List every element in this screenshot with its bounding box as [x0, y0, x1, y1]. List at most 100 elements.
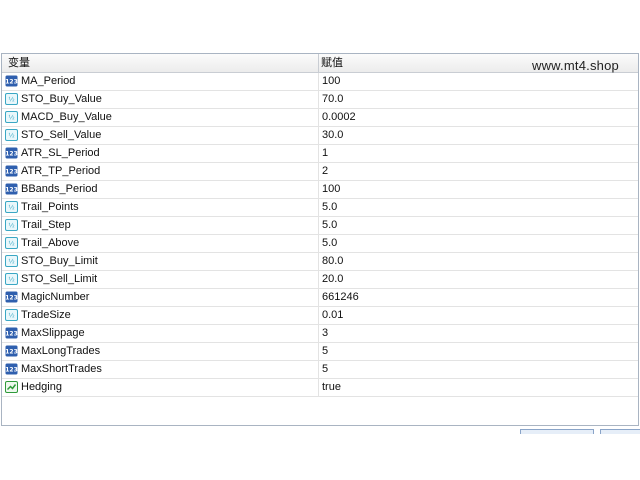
table-row[interactable]: ½ STO_Buy_Value 70.0 — [2, 91, 638, 109]
svg-text:½: ½ — [8, 276, 14, 284]
variable-name: MagicNumber — [21, 291, 90, 303]
variable-name: Trail_Above — [21, 237, 80, 249]
double-icon: ½ — [5, 93, 18, 105]
svg-text:½: ½ — [8, 258, 14, 266]
variable-cell[interactable]: ½ STO_Sell_Limit — [2, 271, 319, 288]
watermark-text: www.mt4.shop — [532, 58, 619, 73]
variable-name: MA_Period — [21, 75, 76, 87]
variable-name: Trail_Points — [21, 201, 79, 213]
value-cell[interactable]: 5.0 — [322, 235, 337, 252]
variable-cell[interactable]: ½ Trail_Above — [2, 235, 319, 252]
value-cell[interactable]: 0.0002 — [322, 109, 356, 126]
table-row[interactable]: ½ Trail_Above 5.0 — [2, 235, 638, 253]
value-cell[interactable]: 30.0 — [322, 127, 343, 144]
svg-text:123: 123 — [5, 367, 18, 374]
value-cell[interactable]: 0.01 — [322, 307, 343, 324]
svg-text:123: 123 — [5, 169, 18, 176]
double-icon: ½ — [5, 129, 18, 141]
table-row[interactable]: 123 MaxLongTrades 5 — [2, 343, 638, 361]
variable-cell[interactable]: 123 MaxLongTrades — [2, 343, 319, 360]
bool-icon — [5, 381, 18, 393]
inputs-table: 变量 赋值 123 MA_Period 100 ½ STO_Buy_Value 70.0 ½… — [1, 53, 639, 426]
value-cell[interactable]: 20.0 — [322, 271, 343, 288]
value-cell[interactable]: 5.0 — [322, 199, 337, 216]
value-cell[interactable]: 2 — [322, 163, 328, 180]
variable-cell[interactable]: 123 MagicNumber — [2, 289, 319, 306]
int-icon: 123 — [5, 363, 18, 375]
table-row[interactable]: 123 ATR_SL_Period 1 — [2, 145, 638, 163]
table-row[interactable]: Hedging true — [2, 379, 638, 397]
variable-cell[interactable]: ½ TradeSize — [2, 307, 319, 324]
variable-name: BBands_Period — [21, 183, 98, 195]
svg-text:½: ½ — [8, 96, 14, 104]
table-row[interactable]: ½ STO_Buy_Limit 80.0 — [2, 253, 638, 271]
svg-text:½: ½ — [8, 240, 14, 248]
int-icon: 123 — [5, 291, 18, 303]
svg-text:123: 123 — [5, 349, 18, 356]
svg-text:½: ½ — [8, 204, 14, 212]
variable-cell[interactable]: ½ Trail_Points — [2, 199, 319, 216]
variable-cell[interactable]: 123 MA_Period — [2, 73, 319, 90]
variable-name: STO_Buy_Value — [21, 93, 102, 105]
svg-text:123: 123 — [5, 79, 18, 86]
table-row[interactable]: ½ MACD_Buy_Value 0.0002 — [2, 109, 638, 127]
value-cell[interactable]: 100 — [322, 73, 340, 90]
variable-cell[interactable]: 123 ATR_SL_Period — [2, 145, 319, 162]
variable-cell[interactable]: 123 ATR_TP_Period — [2, 163, 319, 180]
variable-cell[interactable]: 123 MaxShortTrades — [2, 361, 319, 378]
variable-cell[interactable]: 123 BBands_Period — [2, 181, 319, 198]
value-cell[interactable]: 1 — [322, 145, 328, 162]
value-cell[interactable]: 3 — [322, 325, 328, 342]
column-divider[interactable] — [318, 54, 319, 72]
variable-name: Trail_Step — [21, 219, 71, 231]
variable-name: STO_Sell_Limit — [21, 273, 98, 285]
double-icon: ½ — [5, 219, 18, 231]
value-cell[interactable]: 100 — [322, 181, 340, 198]
variable-name: MaxShortTrades — [21, 363, 102, 375]
table-row[interactable]: 123 MaxShortTrades 5 — [2, 361, 638, 379]
double-icon: ½ — [5, 201, 18, 213]
table-row[interactable]: ½ Trail_Step 5.0 — [2, 217, 638, 235]
double-icon: ½ — [5, 111, 18, 123]
svg-text:123: 123 — [5, 151, 18, 158]
variable-name: TradeSize — [21, 309, 71, 321]
value-cell[interactable]: true — [322, 379, 341, 396]
variable-name: ATR_TP_Period — [21, 165, 101, 177]
table-row[interactable]: ½ TradeSize 0.01 — [2, 307, 638, 325]
value-cell[interactable]: 80.0 — [322, 253, 343, 270]
ok-button[interactable] — [520, 429, 594, 434]
table-row[interactable]: 123 BBands_Period 100 — [2, 181, 638, 199]
table-row[interactable]: ½ STO_Sell_Limit 20.0 — [2, 271, 638, 289]
int-icon: 123 — [5, 165, 18, 177]
value-cell[interactable]: 70.0 — [322, 91, 343, 108]
value-cell[interactable]: 661246 — [322, 289, 359, 306]
double-icon: ½ — [5, 237, 18, 249]
double-icon: ½ — [5, 273, 18, 285]
variable-cell[interactable]: ½ STO_Buy_Value — [2, 91, 319, 108]
value-cell[interactable]: 5 — [322, 343, 328, 360]
value-column-header[interactable]: 赋值 — [321, 54, 343, 72]
table-row[interactable]: ½ Trail_Points 5.0 — [2, 199, 638, 217]
double-icon: ½ — [5, 255, 18, 267]
table-row[interactable]: 123 ATR_TP_Period 2 — [2, 163, 638, 181]
variable-name: MACD_Buy_Value — [21, 111, 112, 123]
variable-cell[interactable]: ½ MACD_Buy_Value — [2, 109, 319, 126]
value-cell[interactable]: 5 — [322, 361, 328, 378]
variable-cell[interactable]: Hedging — [2, 379, 319, 396]
table-row[interactable]: 123 MaxSlippage 3 — [2, 325, 638, 343]
cancel-button[interactable] — [600, 429, 640, 434]
double-icon: ½ — [5, 309, 18, 321]
variable-cell[interactable]: ½ STO_Buy_Limit — [2, 253, 319, 270]
variable-cell[interactable]: ½ Trail_Step — [2, 217, 319, 234]
table-row[interactable]: ½ STO_Sell_Value 30.0 — [2, 127, 638, 145]
svg-text:½: ½ — [8, 312, 14, 320]
variable-column-header[interactable]: 变量 — [8, 54, 30, 72]
table-row[interactable]: 123 MA_Period 100 — [2, 73, 638, 91]
variable-name: STO_Buy_Limit — [21, 255, 98, 267]
variable-cell[interactable]: 123 MaxSlippage — [2, 325, 319, 342]
variable-cell[interactable]: ½ STO_Sell_Value — [2, 127, 319, 144]
value-cell[interactable]: 5.0 — [322, 217, 337, 234]
svg-text:123: 123 — [5, 331, 18, 338]
table-row[interactable]: 123 MagicNumber 661246 — [2, 289, 638, 307]
int-icon: 123 — [5, 75, 18, 87]
